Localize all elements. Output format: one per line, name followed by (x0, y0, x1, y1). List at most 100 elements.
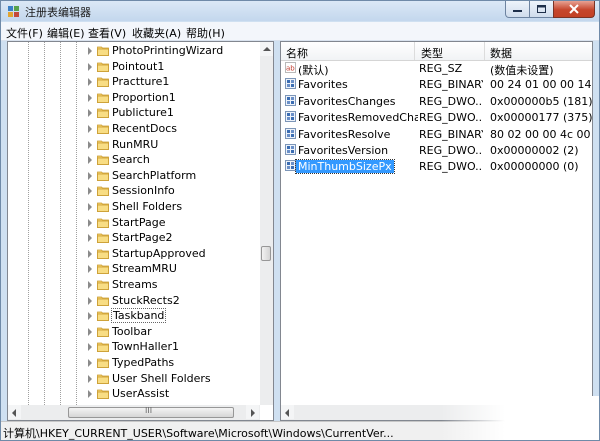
expand-arrow-icon[interactable] (88, 62, 92, 71)
folder-icon (97, 374, 109, 384)
expand-arrow-icon[interactable] (88, 171, 92, 180)
folder-icon (97, 358, 109, 368)
value-row[interactable]: FavoritesVersion REG_DWO... 0x00000002 (2) (281, 142, 592, 158)
tree-item[interactable]: SearchPlatform (8, 168, 260, 183)
window-title: 注册表编辑器 (25, 6, 91, 19)
expand-arrow-icon[interactable] (88, 281, 92, 289)
folder-icon (97, 46, 109, 56)
menu-help[interactable]: 帮助(H) (186, 25, 225, 41)
expand-arrow-icon[interactable] (88, 93, 92, 102)
expand-arrow-icon[interactable] (88, 203, 92, 211)
tree-item[interactable]: RecentDocs (8, 121, 260, 136)
tree-item-label: Practture1 (112, 75, 170, 89)
tree-item[interactable]: StuckRects2 (8, 293, 260, 308)
value-name: FavoritesRemovedChan... (298, 111, 418, 125)
tree-item[interactable]: TypedPaths (8, 355, 260, 370)
value-type: REG_DWO... (419, 94, 483, 108)
expand-arrow-icon[interactable] (88, 140, 92, 149)
tree-item[interactable]: RunMRU (8, 137, 260, 152)
tree-item[interactable]: SessionInfo (8, 183, 260, 198)
value-row[interactable]: FavoritesResolve REG_BINARY 80 02 00 00 4c… (281, 126, 592, 142)
column-type-header[interactable]: 类型 (421, 45, 443, 61)
menu-file[interactable]: 文件(F) (6, 25, 43, 41)
menu-favorites[interactable]: 收藏夹(A) (132, 25, 181, 41)
expand-arrow-icon[interactable] (88, 78, 92, 87)
expand-arrow-icon[interactable] (88, 327, 92, 336)
key-tree-pane[interactable]: PhotoPrintingWizard Pointout1 Practture1 Pr… (7, 41, 274, 421)
expand-arrow-icon[interactable] (88, 187, 92, 196)
expand-arrow-icon[interactable] (88, 218, 92, 227)
tree-item[interactable]: Pointout1 (8, 59, 260, 74)
column-divider[interactable] (414, 42, 415, 60)
minimize-button[interactable] (505, 1, 530, 18)
value-type: REG_BINARY (419, 127, 483, 141)
column-divider[interactable] (484, 42, 485, 60)
column-data-header[interactable]: 数据 (490, 45, 512, 61)
tree-item[interactable]: StartPage2 (8, 230, 260, 245)
column-name-header[interactable]: 名称 (286, 45, 308, 61)
value-row[interactable]: FavoritesChanges REG_DWO... 0x000000b5 (18… (281, 93, 592, 109)
tree-item[interactable]: Shell Folders (8, 199, 260, 214)
string-value-icon: ab (285, 62, 296, 73)
tree-item[interactable]: PhotoPrintingWizard (8, 43, 260, 58)
tree-horizontal-scrollbar[interactable]: III (8, 405, 260, 420)
tree-item[interactable]: UserAssist (8, 386, 260, 401)
menu-view[interactable]: 查看(V) (88, 25, 126, 41)
tree-item[interactable]: TownHaller1 (8, 339, 260, 354)
folder-icon (97, 171, 109, 181)
tree-item[interactable]: StartupApproved (8, 246, 260, 261)
expand-arrow-icon[interactable] (88, 359, 92, 367)
tree-item[interactable]: Streams (8, 277, 260, 292)
value-data: 0x00000177 (375) (490, 111, 592, 125)
expand-arrow-icon[interactable] (88, 374, 92, 383)
arrow-right-icon (251, 409, 255, 417)
scroll-right-button[interactable] (246, 405, 259, 419)
value-type: REG_SZ (419, 62, 463, 75)
tree-item[interactable]: Toolbar (8, 324, 260, 339)
tree-item-label: Search (112, 153, 150, 167)
expand-arrow-icon[interactable] (88, 343, 92, 352)
maximize-button[interactable] (529, 1, 554, 18)
tree-item[interactable]: Proportion1 (8, 90, 260, 105)
expand-arrow-icon[interactable] (88, 109, 92, 118)
values-pane[interactable]: 名称 类型 数据 ab (默认) REG_SZ (数值未设置) Favorites REG… (280, 41, 593, 421)
expand-arrow-icon[interactable] (88, 234, 92, 243)
binary-value-icon (285, 111, 296, 123)
value-row[interactable]: FavoritesRemovedChan...REG_DWO... 0x00000… (281, 109, 592, 125)
tree-item[interactable]: StartPage (8, 215, 260, 230)
expand-arrow-icon[interactable] (88, 47, 92, 55)
folder-icon (97, 124, 109, 134)
tree-item[interactable]: User Shell Folders (8, 371, 260, 386)
tree-item-label: RecentDocs (112, 122, 177, 135)
value-type: REG_DWO... (419, 160, 483, 174)
tree-vertical-scrollbar[interactable] (260, 42, 273, 405)
expand-arrow-icon[interactable] (88, 156, 92, 165)
current-key-path: 计算机\HKEY_CURRENT_USER\Software\Microsoft… (3, 427, 394, 440)
value-row[interactable]: MinThumbSizePx REG_DWO... 0x00000000 (0) (281, 158, 592, 175)
expand-arrow-icon[interactable] (88, 249, 92, 258)
menu-edit[interactable]: 编辑(E) (47, 25, 85, 41)
value-row[interactable]: Favorites REG_BINARY 00 24 01 00 00 14 00 … (281, 76, 592, 92)
tree-item[interactable]: Practture1 (8, 74, 260, 89)
expand-arrow-icon[interactable] (88, 312, 92, 321)
horizontal-scroll-thumb[interactable]: III (68, 406, 234, 418)
tree-item[interactable]: Search (8, 152, 260, 167)
expand-arrow-icon[interactable] (88, 125, 92, 133)
tree-item[interactable]: Taskband (8, 308, 260, 324)
tree-item[interactable]: StreamMRU (8, 261, 260, 276)
tree-item-label: StreamMRU (112, 262, 177, 276)
scroll-left-button[interactable] (8, 405, 21, 419)
scroll-up-button[interactable] (260, 42, 273, 56)
title-bar[interactable]: 注册表编辑器 (1, 1, 599, 21)
expand-arrow-icon[interactable] (88, 296, 92, 305)
tree-item[interactable]: Publicture1 (8, 105, 260, 120)
expand-arrow-icon[interactable] (88, 390, 92, 399)
scroll-thumb[interactable] (261, 246, 271, 261)
expand-arrow-icon[interactable] (88, 265, 92, 274)
value-data: 0x00000002 (2) (490, 144, 579, 157)
close-button[interactable] (553, 1, 595, 18)
value-row[interactable]: ab (默认) REG_SZ (数值未设置) (281, 60, 592, 77)
value-data: 80 02 00 00 4c 00 00 0 (490, 127, 592, 141)
tree-item-label: StuckRects2 (112, 293, 180, 307)
values-scroll-left-button[interactable] (281, 405, 294, 419)
